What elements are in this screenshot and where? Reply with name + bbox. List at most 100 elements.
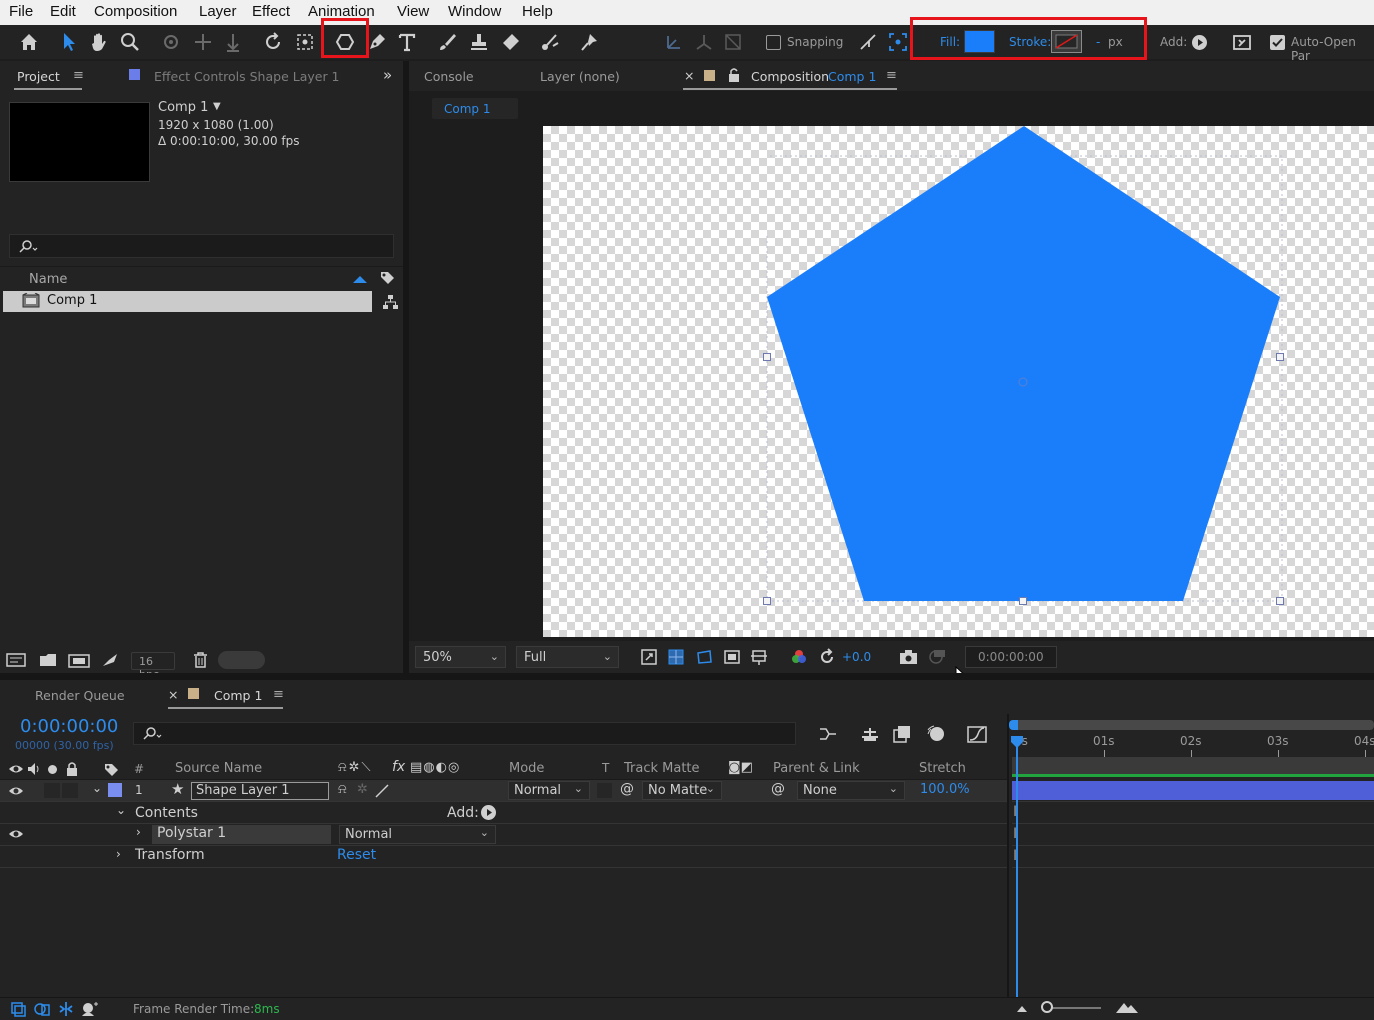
stroke-width-value[interactable]: - — [1096, 35, 1100, 49]
video-visibility-header-icon[interactable] — [8, 763, 24, 775]
transform-handle[interactable] — [763, 597, 771, 605]
grid-guides-icon[interactable] — [750, 648, 768, 666]
current-time-display[interactable]: 0:00:00:00 — [20, 716, 118, 737]
reset-exposure-icon[interactable] — [818, 648, 836, 666]
fill-label[interactable]: Fill: — [940, 35, 960, 49]
quality-line-icon[interactable] — [374, 783, 390, 799]
motion-blur-icon[interactable] — [926, 724, 946, 744]
layer-duration-bar[interactable] — [1012, 781, 1374, 800]
menu-window[interactable]: Window — [448, 3, 501, 20]
tab-layer[interactable]: Layer (none) — [540, 69, 620, 84]
layer-switches-toggle-icon[interactable] — [10, 1001, 26, 1017]
transform-handle[interactable] — [763, 353, 771, 361]
snapshot-camera-icon[interactable] — [899, 648, 918, 666]
roto-brush-icon[interactable] — [537, 29, 563, 55]
bpc-button[interactable]: 16 bpc — [131, 652, 175, 681]
show-snapshot-icon[interactable] — [927, 648, 946, 666]
snap-options-icon[interactable] — [855, 29, 881, 55]
layer-lock-switch[interactable] — [62, 783, 78, 798]
tab-timeline-comp[interactable]: Comp 1 — [214, 688, 262, 703]
add-play-icon[interactable] — [1192, 35, 1207, 50]
layer-visibility-icon[interactable] — [8, 785, 24, 797]
quality-switch-icon[interactable]: ✲ — [357, 782, 368, 797]
collapse-switch-icon[interactable]: ⍾ — [338, 782, 347, 797]
transform-handle[interactable] — [1276, 597, 1284, 605]
pan-camera-icon[interactable] — [190, 29, 216, 55]
project-search-input[interactable] — [9, 234, 394, 258]
track-matte-dropdown[interactable]: No Matte ⌄ — [642, 781, 722, 800]
menu-help[interactable]: Help — [522, 3, 553, 20]
close-tab-icon[interactable]: × — [684, 68, 694, 83]
tab-effect-controls[interactable]: Effect Controls Shape Layer 1 — [154, 69, 340, 84]
polystar-name-field[interactable]: Polystar 1 — [152, 825, 331, 844]
composition-canvas[interactable] — [543, 126, 1374, 637]
tab-render-queue[interactable]: Render Queue — [35, 688, 125, 703]
col-track-matte-header[interactable]: Track Matte — [624, 761, 700, 776]
lock-header-icon[interactable] — [65, 761, 79, 777]
solo-header-icon[interactable] — [48, 765, 57, 774]
stretch-value[interactable]: 100.0% — [920, 782, 970, 797]
contents-add-icon[interactable] — [481, 805, 496, 820]
bezier-path-icon[interactable] — [1229, 29, 1255, 55]
col-parent-header[interactable]: Parent & Link — [773, 761, 860, 776]
axis-mode-local-icon[interactable] — [661, 29, 687, 55]
parent-dropdown[interactable]: None ⌄ — [797, 781, 905, 800]
transform-handle[interactable] — [1019, 597, 1027, 605]
polystar-visibility-icon[interactable] — [8, 828, 24, 840]
stroke-color-swatch[interactable] — [1051, 30, 1082, 53]
hand-tool-icon[interactable] — [86, 29, 112, 55]
mask-visibility-icon[interactable] — [695, 648, 713, 666]
viewer-menu-icon[interactable]: ≡ — [886, 68, 897, 83]
transfer-controls-toggle-icon[interactable] — [34, 1001, 50, 1017]
menu-layer[interactable]: Layer — [199, 3, 237, 20]
zoom-in-mountain-icon[interactable] — [1115, 1000, 1139, 1014]
render-time-toggle-icon[interactable] — [81, 1001, 99, 1017]
col-name-header[interactable]: Name — [29, 272, 67, 287]
transform-handle[interactable] — [1276, 353, 1284, 361]
axis-mode-world-icon[interactable] — [691, 29, 717, 55]
fast-previews-icon[interactable] — [640, 648, 658, 666]
graph-editor-icon[interactable] — [966, 724, 988, 744]
playhead-head-icon[interactable] — [1010, 735, 1024, 749]
tab-console[interactable]: Console — [424, 69, 474, 84]
draft-3d-icon[interactable] — [860, 725, 880, 743]
comp-flowchart-icon[interactable] — [818, 725, 838, 743]
trash-icon[interactable] — [193, 652, 208, 668]
col-stretch-header[interactable]: Stretch — [919, 761, 966, 776]
work-area-bar[interactable] — [1012, 720, 1374, 730]
timeline-zoom-slider-thumb[interactable] — [1041, 1001, 1053, 1013]
transform-reset-link[interactable]: Reset — [337, 847, 376, 863]
thumbnail-size-slider[interactable] — [218, 651, 265, 669]
flowchart-icon[interactable] — [382, 294, 398, 310]
shy-layers-icon[interactable] — [892, 724, 912, 744]
layer-name-field[interactable]: Shape Layer 1 — [191, 782, 329, 800]
eraser-tool-icon[interactable] — [497, 29, 523, 55]
new-folder-icon[interactable] — [39, 653, 57, 667]
stroke-label[interactable]: Stroke: — [1009, 35, 1051, 49]
close-timeline-tab-icon[interactable]: × — [168, 687, 178, 702]
auto-open-checkbox[interactable] — [1270, 35, 1285, 50]
transform-expand-chevron-icon[interactable]: › — [116, 847, 121, 861]
timeline-menu-icon[interactable]: ≡ — [273, 687, 284, 702]
lock-icon[interactable] — [727, 67, 741, 83]
pentagon-fill[interactable] — [767, 126, 1280, 601]
preserve-transparency-switch[interactable] — [597, 783, 612, 798]
tab-composition-name[interactable]: Comp 1 — [828, 69, 876, 84]
viewer-timecode[interactable]: 0:00:00:00 — [965, 646, 1057, 668]
snapping-checkbox[interactable] — [766, 35, 781, 50]
panel-overflow-icon[interactable]: » — [383, 66, 392, 84]
layer-label-color[interactable] — [108, 783, 122, 797]
work-area-start-handle[interactable] — [1009, 720, 1018, 730]
color-channels-icon[interactable] — [790, 648, 808, 666]
snap-target-icon[interactable] — [885, 29, 911, 55]
comp-marker-track[interactable] — [1012, 757, 1374, 774]
breadcrumb-comp[interactable]: Comp 1 — [432, 98, 518, 119]
playhead[interactable] — [1016, 738, 1018, 997]
menu-effect[interactable]: Effect — [252, 3, 290, 20]
sort-ascending-icon[interactable] — [353, 276, 367, 283]
zoom-out-mountain-icon[interactable] — [1015, 1002, 1029, 1014]
zoom-dropdown[interactable]: 50% ⌄ — [415, 646, 506, 668]
label-tag-icon[interactable] — [379, 270, 395, 286]
parent-pickwhip-icon[interactable]: @ — [771, 781, 785, 797]
polystar-mode-dropdown[interactable]: Normal ⌄ — [339, 825, 496, 844]
